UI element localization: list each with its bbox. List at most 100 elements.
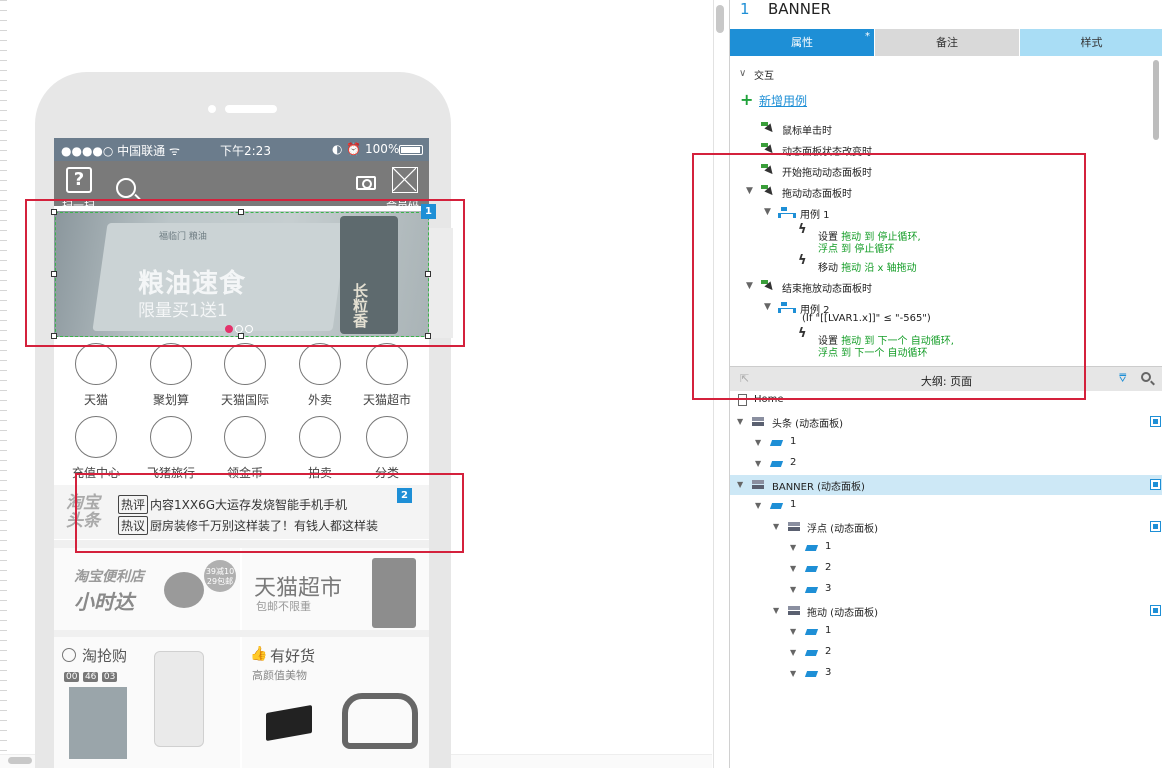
category-all[interactable]: 分类 [357,416,417,481]
tree-label: 1 [825,541,832,552]
tab-style[interactable]: 样式 [1020,29,1162,56]
category-icon [366,416,408,458]
triangle-down-icon[interactable]: ▼ [790,564,796,573]
good-finds-card[interactable]: 👍 有好货 高颜值美物 [242,637,429,768]
flash-sale-title: 淘抢购 [82,647,128,665]
category-tmall[interactable]: 天猫 [66,343,126,408]
tree-item-state[interactable]: ▼ 2 [730,454,1162,474]
design-canvas[interactable]: ●●●●○ 中国联通 ᯤ 下午2:23 ◐ ⏰ 100% ? 扫一扫 会员码 福… [0,0,728,768]
panel-state-icon [769,440,784,446]
camera-icon[interactable] [356,176,376,190]
vertical-scrollbar[interactable] [716,5,724,33]
tree-label: 头条 (动态面板) [772,419,843,430]
chevron-down-icon[interactable]: ∨ [739,68,746,79]
visibility-icon[interactable] [1150,479,1161,490]
triangle-down-icon[interactable]: ▼ [755,438,761,447]
image-placeholder-icon[interactable] [392,167,418,193]
tree-item-drag-panel[interactable]: ▼ 拖动 (动态面板) [730,601,1162,621]
triangle-down-icon[interactable]: ▼ [790,627,796,636]
category-tmall-global[interactable]: 天猫国际 [215,343,275,408]
tree-item-state[interactable]: ▼ 1 [730,538,1162,558]
triangle-down-icon[interactable]: ▼ [737,417,743,426]
placeholder-cross-icon [392,167,417,192]
triangle-down-icon[interactable]: ▼ [773,606,779,615]
panel-state-icon [804,671,819,677]
triangle-down-icon[interactable]: ▼ [755,501,761,510]
filter-icon[interactable]: ⩢ [1119,371,1126,386]
category-juhuasuan[interactable]: 聚划算 [141,343,201,408]
promo-row: 淘宝便利店 小时达 39减10 29包邮 天猫超市 包邮不限重 [54,548,429,630]
panel-state-icon [804,566,819,572]
add-case-link[interactable]: 新增用例 [759,92,807,109]
plus-icon[interactable]: + [740,90,753,109]
wallet-image [266,704,312,742]
discount-badge: 39减10 29包邮 [204,560,236,592]
widget-index: 1 [740,0,750,18]
section-separator [54,630,429,637]
tree-label: 1 [825,625,832,636]
panel-state-icon [804,587,819,593]
category-supermarket[interactable]: 天猫超市 [357,343,417,408]
timer-hours: 00 [64,672,80,682]
tree-item-state[interactable]: ▼ 1 [730,622,1162,642]
tree-item-banner-panel[interactable]: ▼ BANNER (动态面板) [730,475,1162,495]
rice-product-image [69,687,127,759]
help-icon[interactable]: ? [66,167,92,193]
panel-state-icon [769,503,784,509]
timer-minutes: 46 [82,672,99,682]
widget-name[interactable]: BANNER [768,0,831,18]
triangle-down-icon[interactable]: ▼ [790,669,796,678]
triangle-down-icon[interactable]: ▼ [790,648,796,657]
tab-notes[interactable]: 备注 [875,29,1019,56]
horizontal-scrollbar[interactable] [8,757,32,764]
tree-item-state[interactable]: ▼ 2 [730,559,1162,579]
phone-speaker [225,105,277,113]
triangle-down-icon[interactable]: ▼ [790,585,796,594]
tree-item-state[interactable]: ▼ 3 [730,664,1162,684]
promo-convenience-store[interactable]: 淘宝便利店 小时达 39减10 29包邮 [54,548,240,630]
category-label: 天猫 [83,393,108,407]
tree-item-state[interactable]: ▼ 1 [730,496,1162,516]
category-icon [366,343,408,385]
visibility-icon[interactable] [1150,416,1161,427]
category-takeout[interactable]: 外卖 [290,343,350,408]
tree-item-state[interactable]: ▼ 3 [730,580,1162,600]
flash-sale-card[interactable]: 淘抢购 00 46 03 [54,637,240,768]
deal-row: 淘抢购 00 46 03 👍 有好货 高颜值美物 [54,637,429,768]
category-coins[interactable]: 领金币 [215,416,275,481]
visibility-icon[interactable] [1150,521,1161,532]
search-icon[interactable] [1141,372,1151,382]
triangle-down-icon[interactable]: ▼ [773,522,779,531]
countdown-timer: 00 46 03 [64,669,118,682]
visibility-icon[interactable] [1150,605,1161,616]
thumbs-up-icon: 👍 [250,646,268,662]
sandal-image [342,693,418,749]
interactions-scrollbar[interactable] [1153,60,1159,140]
search-icon[interactable] [116,178,136,198]
triangle-down-icon[interactable]: ▼ [737,480,743,489]
triangle-down-icon[interactable]: ▼ [790,543,796,552]
triangle-down-icon[interactable]: ▼ [755,459,761,468]
category-auction[interactable]: 拍卖 [290,416,350,481]
convenience-subtitle: 小时达 [74,590,134,614]
tree-item-headline-panel[interactable]: ▼ 头条 (动态面板) [730,412,1162,432]
tree-label: 3 [825,667,832,678]
category-icon [224,343,266,385]
category-label: 聚划算 [152,393,189,407]
modified-star: * [865,31,870,42]
tree-item-float-panel[interactable]: ▼ 浮点 (动态面板) [730,517,1162,537]
tree-item-state[interactable]: ▼ 2 [730,643,1162,663]
promo-tmall-supermarket[interactable]: 天猫超市 包邮不限重 [242,548,429,630]
category-icon [224,416,266,458]
tab-properties[interactable]: 属性 * [730,29,874,56]
event-on-click[interactable]: 鼠标单击时 [782,122,832,137]
tree-item-state[interactable]: ▼ 1 [730,433,1162,453]
tree-label: 2 [825,646,832,657]
status-bar: ●●●●○ 中国联通 ᯤ 下午2:23 ◐ ⏰ 100% [54,138,429,161]
category-icon [75,416,117,458]
inspector-tabs: 属性 * 备注 样式 [730,29,1162,56]
supermarket-subtitle: 包邮不限重 [256,600,311,613]
category-recharge[interactable]: 充值中心 [66,416,126,481]
category-fliggy[interactable]: 飞猪旅行 [141,416,201,481]
panel-state-icon [804,629,819,635]
